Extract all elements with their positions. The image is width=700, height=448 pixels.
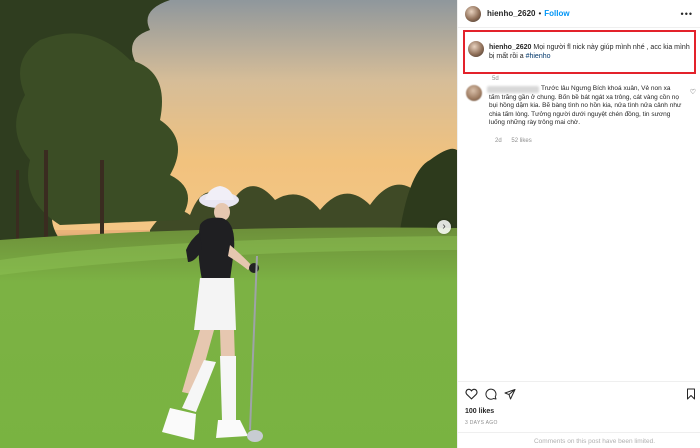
likes-count[interactable]: 100 likes xyxy=(465,408,494,415)
share-icon[interactable] xyxy=(504,388,516,400)
post-header: hienho_2620 • Follow ••• xyxy=(458,0,700,28)
comment-item: Trước lâu Ngưng Bích khoá xuân, Vẻ non x… xyxy=(463,83,696,144)
post-actions-bar xyxy=(458,381,700,405)
post-side-panel: hienho_2620 • Follow ••• hienho_2620 Mọi… xyxy=(457,0,700,448)
comment-avatar-blurred[interactable] xyxy=(466,85,482,101)
caption-timestamp: 5d xyxy=(492,76,499,82)
next-photo-button[interactable]: › xyxy=(437,220,451,234)
caption-username[interactable]: hienho_2620 xyxy=(489,44,531,51)
heart-icon[interactable] xyxy=(465,388,478,400)
caption-highlight: hienho_2620 Mọi người fl nick này giúp m… xyxy=(463,30,696,74)
post-date: 3 DAYS AGO xyxy=(465,420,498,426)
comment-meta: 2d 52 likes xyxy=(495,138,540,144)
bookmark-icon[interactable] xyxy=(686,388,696,400)
header-username[interactable]: hienho_2620 xyxy=(487,9,535,18)
comment-like-heart-icon[interactable]: ♡ xyxy=(690,88,696,96)
separator-dot: • xyxy=(538,9,542,18)
caption-text: hienho_2620 Mọi người fl nick này giúp m… xyxy=(489,43,694,61)
caption-avatar[interactable] xyxy=(468,41,484,57)
avatar[interactable] xyxy=(465,5,481,22)
more-options-icon[interactable]: ••• xyxy=(681,9,693,19)
golf-course-scene xyxy=(0,0,457,448)
follow-button[interactable]: Follow xyxy=(544,9,569,18)
caption-hashtag[interactable]: #hienho xyxy=(526,53,551,60)
comment-text: Trước lâu Ngưng Bích khoá xuân, Vẻ non x… xyxy=(489,85,682,126)
comment-timestamp: 2d xyxy=(495,138,502,144)
comment-icon[interactable] xyxy=(485,388,497,400)
post-photo[interactable]: › xyxy=(0,0,457,448)
comments-limited-notice: Comments on this post have been limited. xyxy=(458,432,700,448)
comment-likes[interactable]: 52 likes xyxy=(511,138,531,144)
